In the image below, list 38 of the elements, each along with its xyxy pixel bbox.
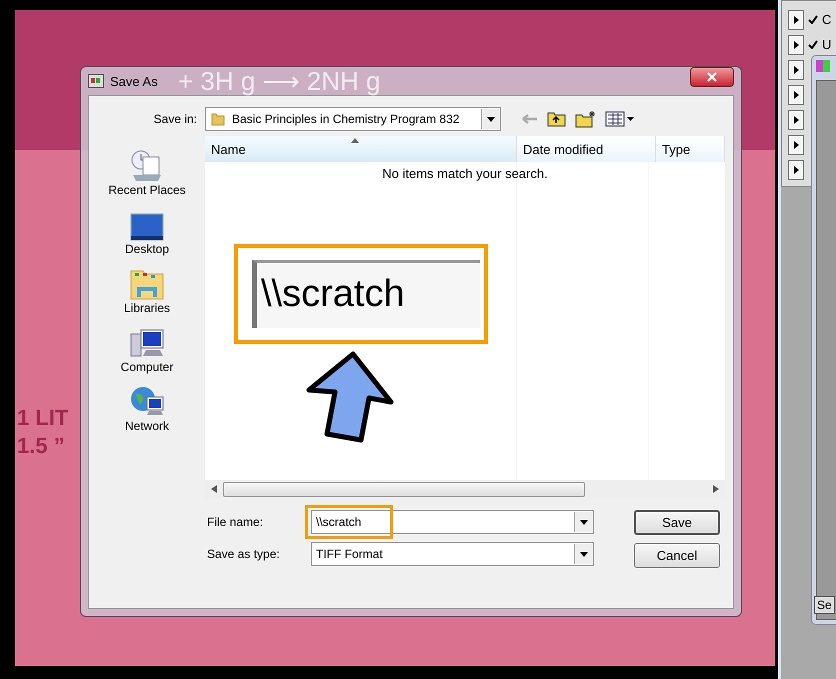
- app-icon: [88, 74, 104, 88]
- save-type-dropdown[interactable]: TIFF Format: [311, 542, 594, 566]
- check-icon[interactable]: [808, 40, 818, 50]
- place-item[interactable]: Libraries: [124, 258, 170, 315]
- panel-row[interactable]: C: [788, 7, 836, 32]
- save-button[interactable]: Save: [634, 510, 720, 535]
- folder-icon: [210, 111, 226, 127]
- window-title: Save As: [110, 74, 158, 88]
- backdrop-text: 1.5 ”: [17, 433, 66, 459]
- up-folder-icon[interactable]: [547, 110, 567, 128]
- scroll-left-icon[interactable]: [211, 485, 217, 493]
- scrollbar-thumb[interactable]: [223, 482, 585, 496]
- check-icon[interactable]: [808, 14, 818, 24]
- place-item[interactable]: Computer: [120, 317, 174, 374]
- file-name-field[interactable]: \\scratch: [311, 510, 594, 534]
- save-in-dropdown[interactable]: Basic Principles in Chemistry Program 832: [205, 107, 501, 131]
- zoomed-file-name-field: \\scratch: [252, 260, 480, 328]
- backdrop-text: + 3H g ⟶ 2NH g: [178, 67, 380, 95]
- place-item[interactable]: Recent Places: [108, 140, 186, 197]
- backdrop-text: 1 LIT: [17, 405, 68, 431]
- new-folder-icon[interactable]: [575, 110, 597, 128]
- app-icon: [816, 60, 830, 72]
- file-name-label: File name:: [207, 515, 264, 529]
- close-icon: [706, 72, 718, 82]
- tab[interactable]: Se: [814, 596, 835, 614]
- column-header[interactable]: Name: [205, 136, 517, 162]
- place-item[interactable]: Desktop: [124, 199, 170, 256]
- view-menu-icon[interactable]: [605, 111, 635, 127]
- sort-arrow-icon: [351, 138, 359, 143]
- place-item[interactable]: Network: [124, 376, 169, 433]
- empty-message: No items match your search.: [382, 165, 548, 182]
- close-button[interactable]: [690, 67, 734, 87]
- panel-row[interactable]: U: [788, 32, 836, 57]
- scroll-right-icon[interactable]: [713, 485, 719, 493]
- save-type-label: Save as type:: [207, 547, 281, 561]
- desktop-icon: [129, 212, 165, 242]
- save-in-label: Save in:: [152, 112, 198, 126]
- cancel-button[interactable]: Cancel: [634, 543, 720, 568]
